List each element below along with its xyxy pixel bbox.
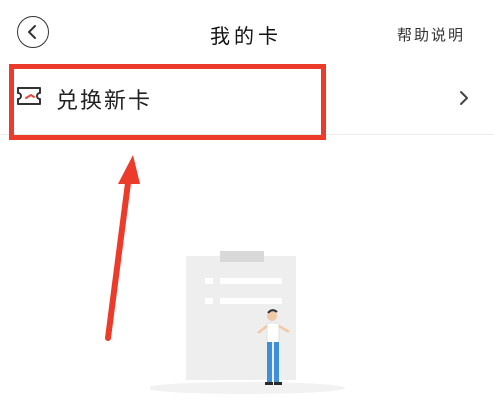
chevron-right-icon	[460, 91, 468, 105]
redeem-new-card-row[interactable]: 兑换新卡	[0, 62, 494, 135]
ticket-icon	[17, 87, 41, 105]
header: 我的卡 帮助说明	[0, 0, 494, 64]
page-title: 我的卡	[210, 24, 282, 48]
redeem-new-card-label: 兑换新卡	[56, 89, 153, 114]
back-button[interactable]	[17, 16, 49, 48]
empty-state-illustration	[150, 251, 345, 394]
help-link[interactable]: 帮助说明	[397, 24, 465, 45]
chevron-left-icon	[28, 25, 36, 39]
